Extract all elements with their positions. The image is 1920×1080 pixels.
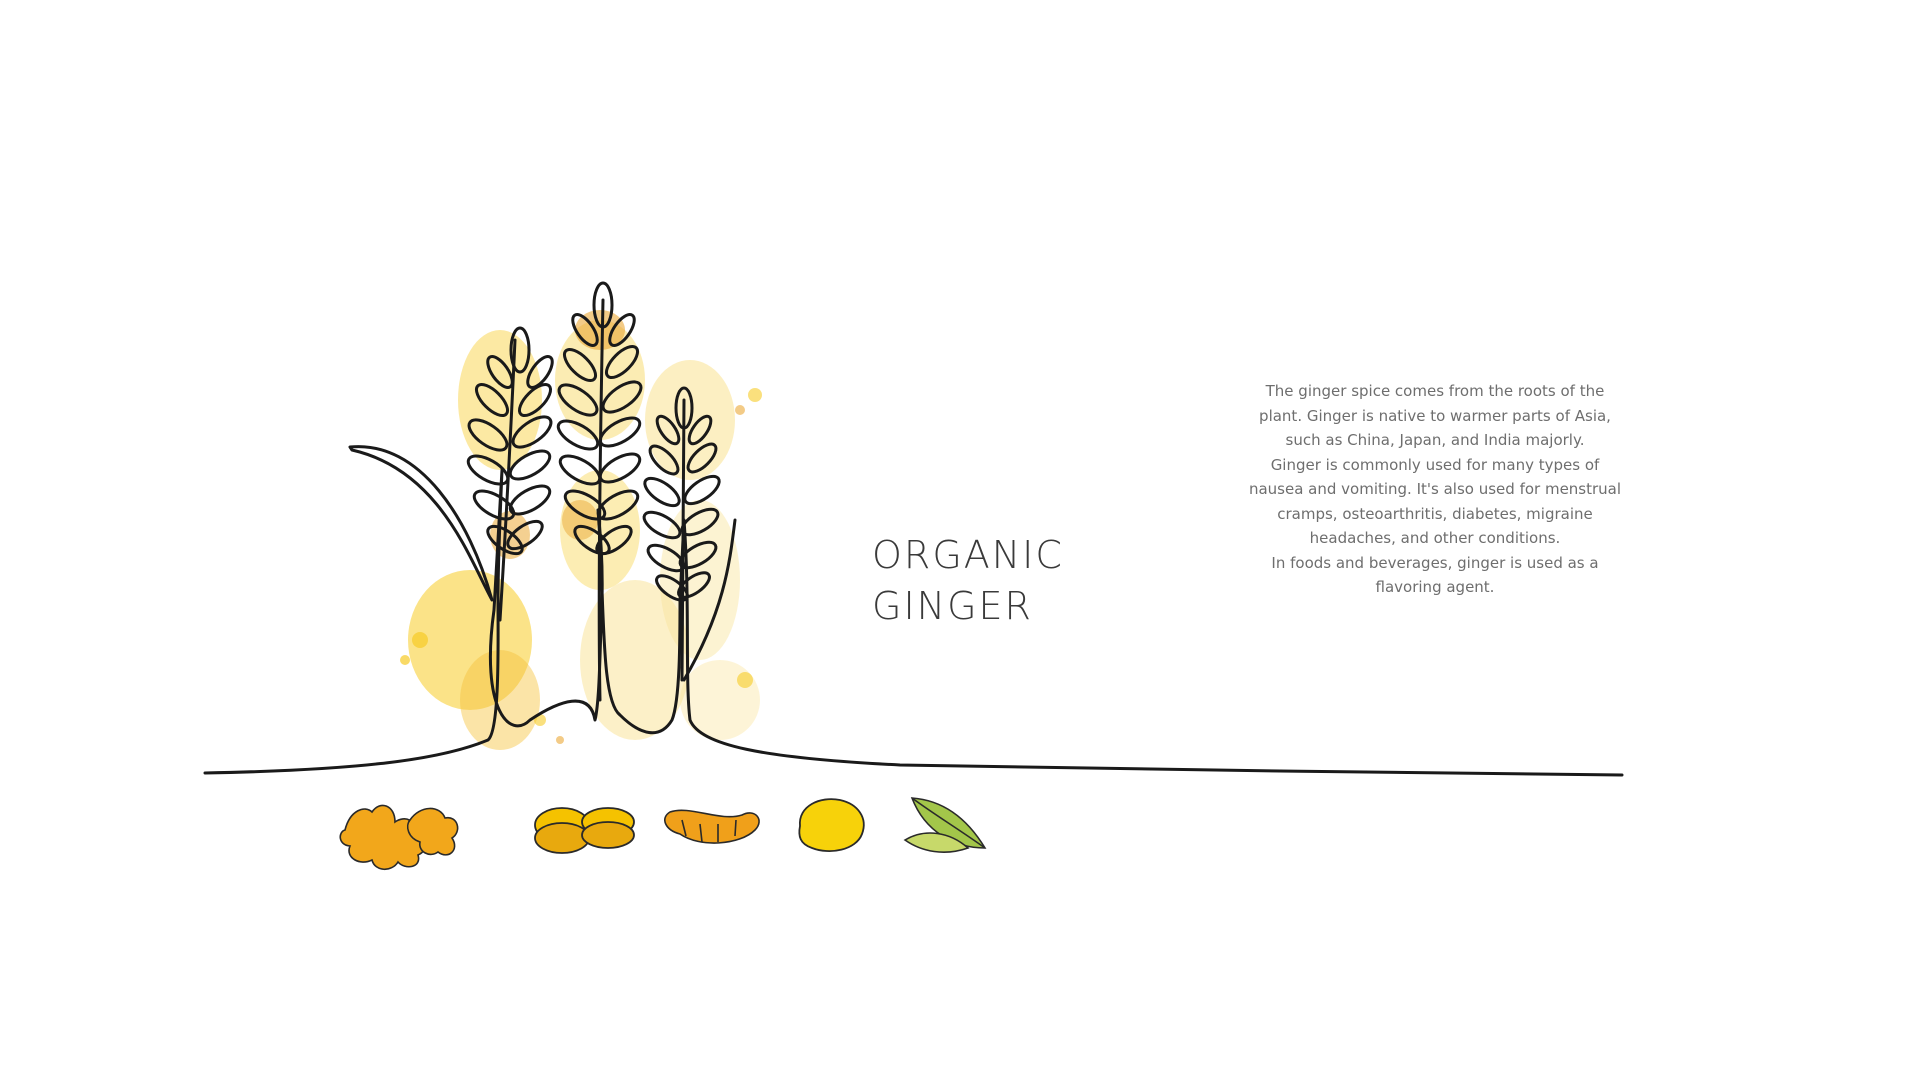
description-line: nausea and vomiting. It's also used for …: [1248, 480, 1622, 498]
ginger-slices-icon: [534, 807, 635, 854]
description-line: such as China, Japan, and India majorly.: [1285, 431, 1585, 449]
description-line: The ginger spice comes from the roots of…: [1265, 382, 1605, 400]
lemon-icon: [798, 798, 865, 852]
title-line-1: ORGANIC: [872, 533, 1064, 577]
description-line: flavoring agent.: [1375, 578, 1495, 596]
description-line: Ginger is commonly used for many types o…: [1270, 455, 1600, 474]
leaf-icon: [903, 797, 987, 853]
ginger-root-icon: [339, 804, 459, 871]
description-line: plant. Ginger is native to warmer parts …: [1259, 406, 1611, 425]
description-line: In foods and beverages, ginger is used a…: [1271, 553, 1599, 572]
slide-title: ORGANIC GINGER: [872, 530, 1064, 632]
turmeric-root-icon: [664, 809, 760, 844]
description-line: cramps, osteoarthritis, diabetes, migrai…: [1277, 504, 1593, 523]
title-line-2: GINGER: [872, 584, 1033, 628]
description-text: The ginger spice comes from the roots of…: [1240, 379, 1630, 600]
description-line: headaches, and other conditions.: [1309, 529, 1561, 547]
slide: ORGANIC GINGER The ginger spice comes fr…: [0, 0, 1920, 1080]
